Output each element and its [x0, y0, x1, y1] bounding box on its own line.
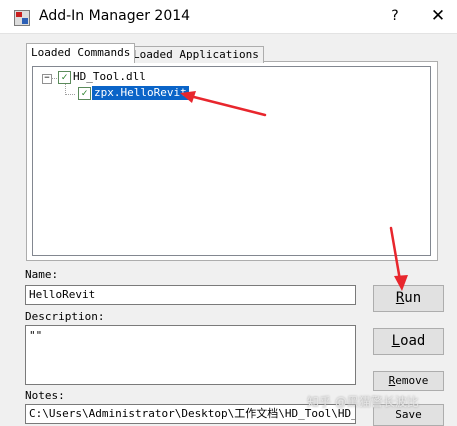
tree-node-hello-revit[interactable]: zpx.HelloRevit [91, 85, 190, 101]
tab-loaded-applications[interactable]: Loaded Applications [128, 46, 264, 63]
name-field[interactable]: HelloRevit [25, 285, 356, 305]
run-button[interactable]: Run [373, 285, 444, 312]
tree-node-hd-tool-dll[interactable]: HD_Tool.dll [73, 70, 146, 84]
close-button[interactable]: ✕ [426, 4, 450, 28]
collapse-icon[interactable]: − [42, 74, 52, 84]
window-title: Add-In Manager 2014 [39, 8, 191, 24]
command-tree[interactable]: − ✓ HD_Tool.dll ✓ zpx.HelloRevit [32, 66, 431, 256]
load-mnemonic: L [391, 333, 401, 349]
run-label: un [404, 290, 422, 306]
child-node-checkbox[interactable]: ✓ [78, 87, 91, 100]
root-node-checkbox[interactable]: ✓ [58, 71, 71, 84]
notes-label: Notes: [25, 389, 65, 402]
description-field[interactable]: "" [25, 325, 356, 385]
tab-loaded-commands[interactable]: Loaded Commands [26, 43, 136, 63]
help-button[interactable]: ? [383, 4, 407, 28]
name-label: Name: [25, 268, 59, 281]
title-bar: Add-In Manager 2014 ? ✕ [0, 0, 457, 34]
app-icon [14, 10, 30, 26]
tree-connector [65, 94, 75, 95]
tree-connector [51, 78, 57, 79]
watermark-text: 知乎 @黑猫警长波比 [307, 395, 419, 409]
tab-panel: − ✓ HD_Tool.dll ✓ zpx.HelloRevit [26, 61, 438, 261]
remove-button[interactable]: Remove [373, 371, 444, 391]
load-label: oad [400, 333, 426, 349]
description-label: Description: [25, 310, 105, 323]
load-button[interactable]: Load [373, 328, 444, 355]
remove-label: emove [395, 374, 429, 387]
